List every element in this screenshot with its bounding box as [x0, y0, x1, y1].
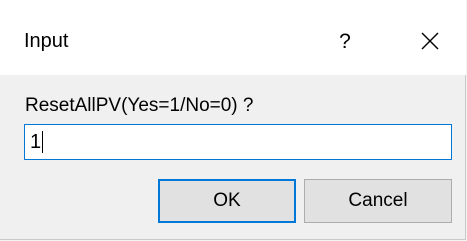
help-button[interactable]: ? [322, 18, 368, 64]
text-caret [42, 131, 43, 153]
close-button[interactable] [407, 18, 453, 64]
input-dialog: Input ? ResetAllPV(Yes=1/No=0) ? OK Canc… [0, 0, 466, 240]
title-bar: Input ? [0, 0, 466, 75]
window-title: Input [24, 30, 69, 52]
cancel-button[interactable]: Cancel [304, 179, 452, 223]
ok-button[interactable]: OK [158, 179, 296, 223]
question-mark-icon: ? [339, 29, 351, 53]
close-icon [421, 32, 439, 50]
prompt-label: ResetAllPV(Yes=1/No=0) ? [25, 95, 254, 116]
value-input[interactable] [24, 124, 452, 160]
